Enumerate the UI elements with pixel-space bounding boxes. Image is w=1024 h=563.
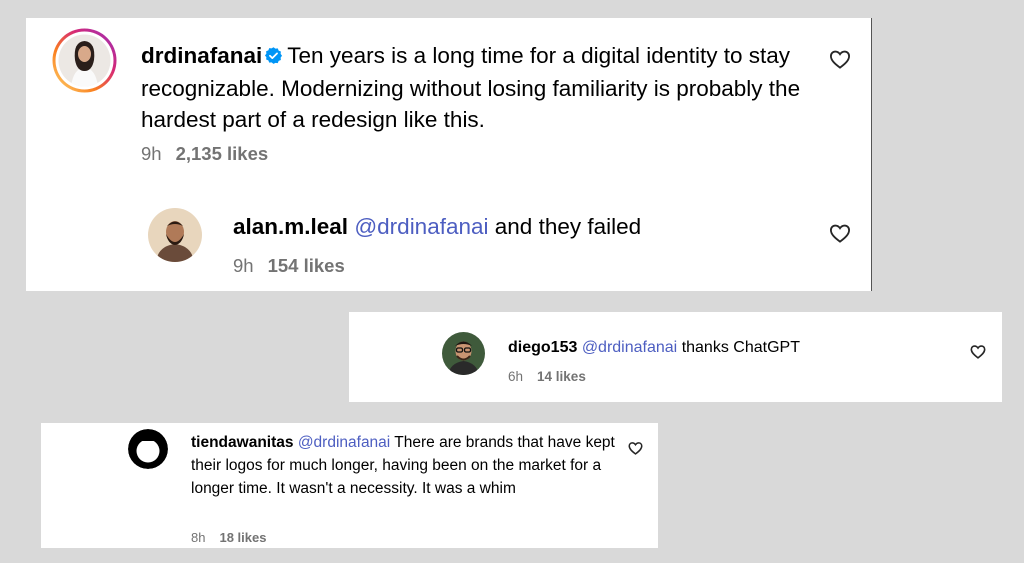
likes-count[interactable]: 154 likes [268, 255, 345, 276]
heart-outline-icon[interactable] [829, 49, 851, 69]
comment-card-drdinafanai: drdinafanai Ten years is a long time for … [26, 18, 872, 291]
username-link[interactable]: alan.m.leal [233, 214, 348, 239]
mention-link[interactable]: @drdinafanai [582, 339, 677, 356]
reply-text: alan.m.leal @drdinafanai and they failed [233, 212, 793, 241]
username-link[interactable]: tiendawanitas [191, 434, 294, 451]
comment-meta: 8h 18 likes [191, 530, 266, 545]
heart-outline-icon[interactable] [628, 441, 643, 455]
comment-meta: 6h 14 likes [508, 369, 586, 384]
likes-count[interactable]: 18 likes [219, 530, 266, 545]
likes-count[interactable]: 14 likes [537, 369, 586, 384]
avatar-diego153[interactable] [442, 332, 485, 375]
comment-body: thanks ChatGPT [681, 339, 800, 356]
comment-card-diego153: diego153 @drdinafanai thanks ChatGPT 6h 1… [349, 312, 1002, 402]
heart-outline-icon[interactable] [829, 223, 851, 243]
story-ring-avatar-drdinafanai[interactable] [51, 27, 118, 94]
comment-time[interactable]: 9h [141, 143, 162, 164]
verified-badge-icon [264, 42, 283, 73]
reply-body: and they failed [494, 214, 642, 239]
avatar-tiendawanitas[interactable] [128, 429, 168, 469]
comment-meta: 9h 2,135 likes [141, 143, 268, 165]
avatar-alan-m-leal[interactable] [148, 208, 202, 262]
reply-time[interactable]: 9h [233, 255, 254, 276]
comment-text: diego153 @drdinafanai thanks ChatGPT [508, 338, 948, 358]
heart-outline-icon[interactable] [970, 344, 986, 359]
likes-count[interactable]: 2,135 likes [176, 143, 269, 164]
mention-link[interactable]: @drdinafanai [354, 214, 488, 239]
comment-text: drdinafanai Ten years is a long time for … [141, 40, 801, 135]
comment-time[interactable]: 6h [508, 369, 523, 384]
comment-card-tiendawanitas: tiendawanitas @drdinafanai There are bra… [41, 423, 658, 548]
mention-link[interactable]: @drdinafanai [298, 434, 390, 451]
comment-time[interactable]: 8h [191, 530, 205, 545]
reply-meta: 9h 154 likes [233, 255, 345, 277]
username-link[interactable]: drdinafanai [141, 43, 262, 68]
comment-text: tiendawanitas @drdinafanai There are bra… [191, 431, 631, 500]
username-link[interactable]: diego153 [508, 339, 577, 356]
